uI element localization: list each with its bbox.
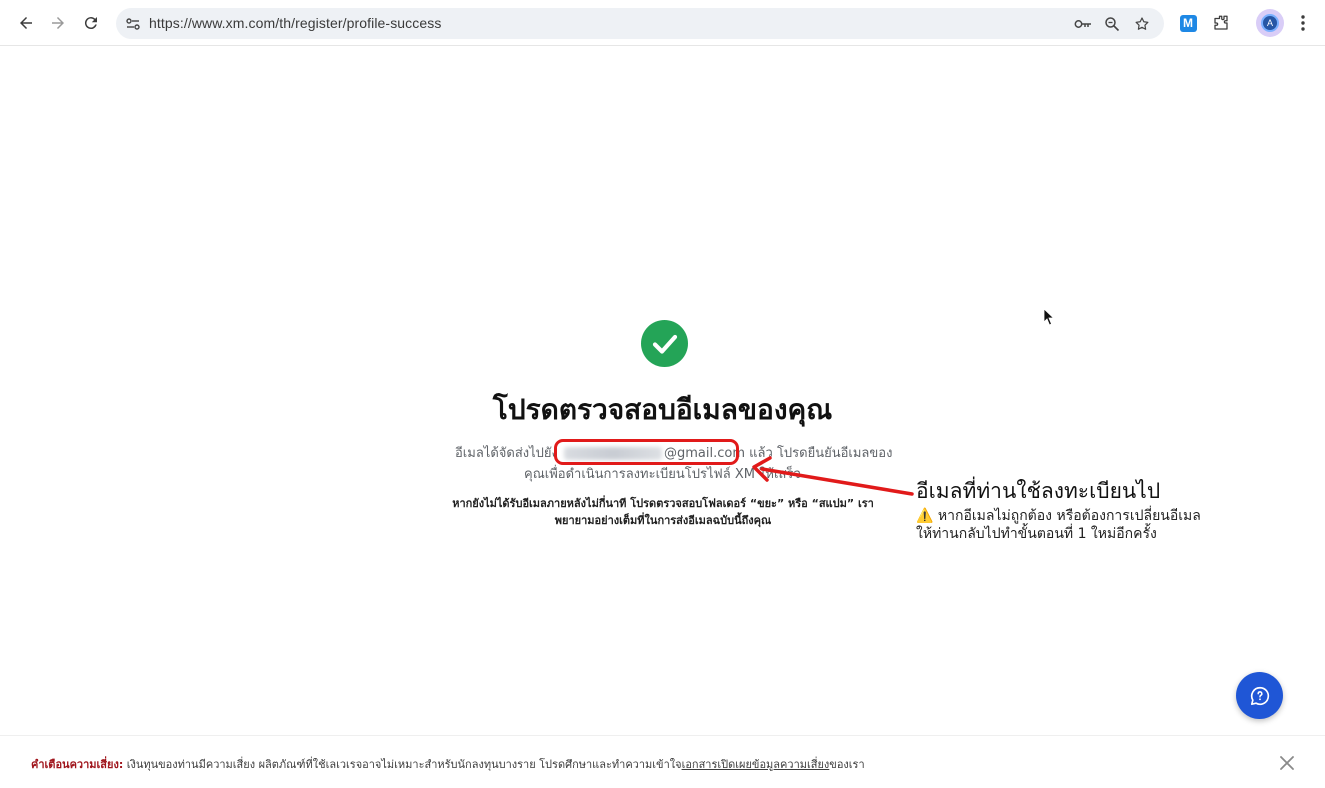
- spam-note-line2: พยายามอย่างเต็มที่ในการส่งอีเมลฉบับนี้ถึ…: [554, 514, 772, 527]
- risk-warning-label: คำเตือนความเสี่ยง:: [31, 758, 124, 771]
- spam-note: หากยังไม่ได้รับอีเมลภายหลังไม่กี่นาที โป…: [447, 495, 879, 529]
- forward-icon[interactable]: [44, 9, 72, 37]
- close-icon[interactable]: [1277, 753, 1297, 773]
- extension-m-icon[interactable]: M: [1177, 12, 1199, 34]
- profile-avatar[interactable]: A: [1256, 9, 1284, 37]
- warning-line1: หากอีเมลไม่ถูกต้อง หรือต้องการเปลี่ยนอีเ…: [937, 508, 1201, 524]
- url-text[interactable]: https://www.xm.com/th/register/profile-s…: [149, 15, 441, 31]
- annotation-warning: ⚠️ หากอีเมลไม่ถูกต้อง หรือต้องการเปลี่ยน…: [916, 507, 1216, 543]
- risk-warning-body: เงินทุนของท่านมีความเสี่ยง ผลิตภัณฑ์ที่ใ…: [123, 758, 682, 771]
- risk-warning-bar: คำเตือนความเสี่ยง: เงินทุนของท่านมีความเ…: [0, 735, 1325, 788]
- extensions-puzzle-icon[interactable]: [1210, 12, 1232, 34]
- risk-warning-text: คำเตือนความเสี่ยง: เงินทุนของท่านมีความเ…: [31, 755, 865, 773]
- star-icon[interactable]: [1132, 14, 1152, 34]
- mouse-cursor-icon: [1043, 308, 1055, 326]
- avatar: A: [1261, 14, 1279, 32]
- chat-button[interactable]: [1236, 672, 1283, 719]
- password-key-icon[interactable]: [1073, 14, 1093, 34]
- risk-disclosure-link[interactable]: เอกสารเปิดเผยข้อมูลความเสี่ยง: [682, 758, 830, 771]
- zoom-icon[interactable]: [1102, 14, 1122, 34]
- reload-icon[interactable]: [77, 9, 105, 37]
- risk-warning-suffix: ของเรา: [829, 758, 865, 771]
- warning-line2: ให้ท่านกลับไปทำขั้นตอนที่ 1 ใหม่อีกครั้ง: [916, 526, 1157, 542]
- address-bar[interactable]: https://www.xm.com/th/register/profile-s…: [116, 8, 1164, 39]
- back-icon[interactable]: [12, 9, 40, 37]
- menu-kebab-icon[interactable]: [1292, 12, 1314, 34]
- warning-icon: ⚠️: [916, 508, 934, 524]
- success-check-icon: [641, 320, 688, 367]
- chat-icon: [1250, 686, 1269, 705]
- email-sent-prefix: อีเมลได้จัดส่งไปยัง: [455, 446, 558, 461]
- annotation-title: อีเมลที่ท่านใช้ลงทะเบียนไป: [916, 479, 1161, 503]
- browser-toolbar: https://www.xm.com/th/register/profile-s…: [0, 0, 1325, 46]
- page-title: โปรดตรวจสอบอีเมลของคุณ: [492, 393, 833, 426]
- site-info-icon[interactable]: [122, 13, 144, 35]
- email-highlight-box: [554, 439, 739, 465]
- annotation-arrow-icon: [752, 456, 914, 496]
